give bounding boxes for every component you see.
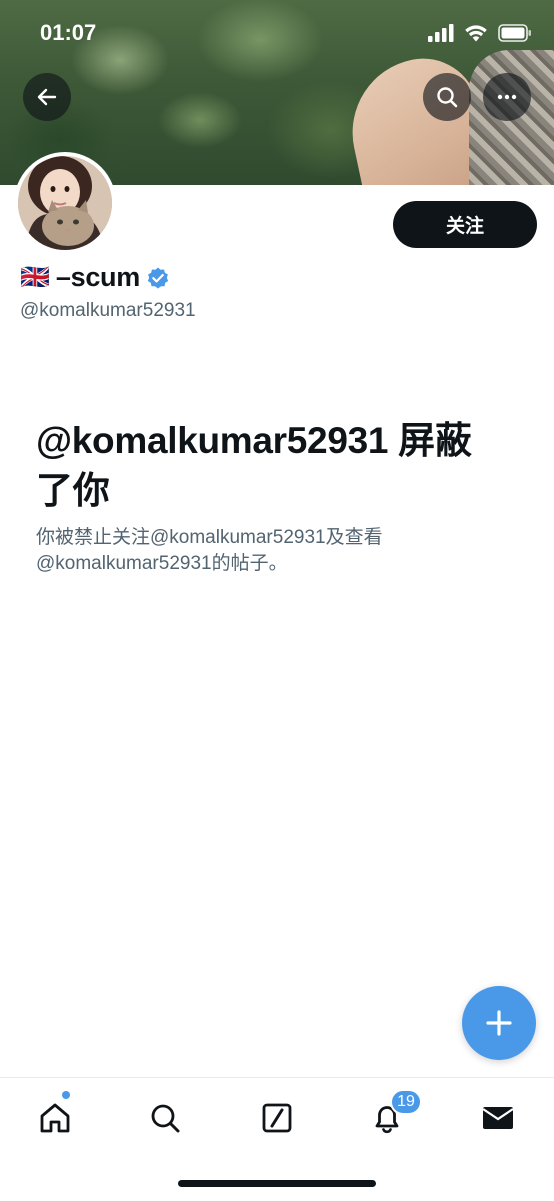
wifi-icon (465, 25, 487, 42)
blocked-title: @komalkumar52931 屏蔽了你 (36, 420, 472, 511)
grok-icon (262, 1103, 292, 1133)
home-indicator (178, 1180, 376, 1187)
avatar[interactable] (14, 152, 116, 254)
status-icons (428, 24, 532, 42)
ellipsis-icon (497, 94, 517, 100)
blocked-description: 你被禁止关注@komalkumar52931及查看@komalkumar5293… (36, 527, 383, 574)
uk-flag-emoji: 🇬🇧 (20, 263, 50, 291)
status-time: 01:07 (40, 20, 97, 45)
back-button[interactable] (23, 73, 71, 121)
search-icon (151, 1104, 180, 1133)
tab-search[interactable] (141, 1094, 189, 1142)
tab-grok[interactable] (253, 1094, 301, 1142)
home-icon (40, 1103, 70, 1133)
tab-home[interactable] (31, 1094, 79, 1142)
cellular-signal-icon (428, 24, 454, 42)
mail-icon (482, 1107, 514, 1129)
avatar-photo (18, 156, 112, 250)
plus-icon (486, 1010, 512, 1036)
tab-messages[interactable] (474, 1094, 522, 1142)
status-bar: 01:07 (0, 0, 554, 66)
verified-badge-icon[interactable] (146, 266, 170, 290)
compose-post-button[interactable] (462, 986, 536, 1060)
search-icon (437, 87, 458, 108)
arrow-left-icon (37, 88, 57, 106)
home-unread-dot (62, 1091, 70, 1099)
profile-name-row: 🇬🇧 –scum (20, 262, 170, 293)
more-options-button[interactable] (483, 73, 531, 121)
follow-button[interactable]: 关注 (393, 201, 537, 248)
display-name: –scum (55, 262, 140, 292)
battery-icon (498, 24, 531, 42)
user-handle: @komalkumar52931 (20, 300, 196, 321)
notification-count-badge: 19 (390, 1089, 422, 1115)
search-button[interactable] (423, 73, 471, 121)
